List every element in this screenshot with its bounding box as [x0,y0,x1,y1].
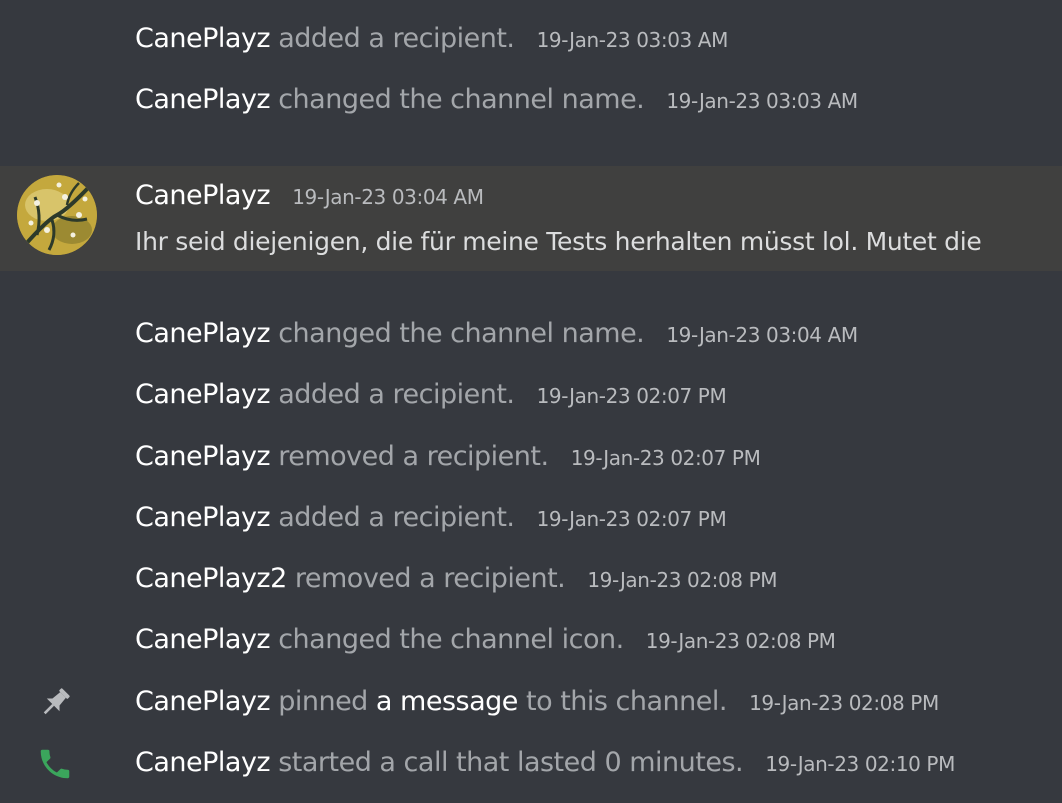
event-action: added a recipient. [278,379,515,410]
username[interactable]: CanePlayz [135,84,271,115]
pin-icon [36,684,76,720]
event-action: changed the channel icon. [278,624,624,655]
system-event: CanePlayz added a recipient. 19-Jan-23 0… [0,498,1062,538]
timestamp: 19-Jan-23 03:04 AM [666,323,858,347]
event-action: added a recipient. [278,502,515,533]
username[interactable]: CanePlayz [135,180,271,211]
event-action: pinned [278,686,368,717]
username[interactable]: CanePlayz [135,747,271,778]
system-event: CanePlayz changed the channel name. 19-J… [0,314,1062,354]
username[interactable]: CanePlayz2 [135,563,287,594]
system-event: CanePlayz added a recipient. 19-Jan-23 0… [0,19,1062,59]
timestamp: 19-Jan-23 02:08 PM [587,568,778,592]
username[interactable]: CanePlayz [135,379,271,410]
pin-event: CanePlayz pinned a message to this chann… [0,682,1062,722]
event-action: removed a recipient. [278,441,549,472]
pinned-message-link[interactable]: a message [376,686,518,717]
timestamp: 19-Jan-23 02:10 PM [765,752,955,776]
timestamp: 19-Jan-23 03:04 AM [292,185,484,209]
event-action: to this channel. [526,686,727,717]
username[interactable]: CanePlayz [135,686,271,717]
event-action: added a recipient. [278,23,515,54]
system-event: CanePlayz added a recipient. 19-Jan-23 0… [0,375,1062,415]
username[interactable]: CanePlayz [135,318,271,349]
event-action: removed a recipient. [294,563,566,594]
message-content: Ihr seid diejenigen, die für meine Tests… [135,227,982,256]
username[interactable]: CanePlayz [135,23,271,54]
system-event: CanePlayz2 removed a recipient. 19-Jan-2… [0,559,1062,599]
call-event: CanePlayz started a call that lasted 0 m… [0,743,1062,783]
event-action: started a call that lasted 0 minutes. [278,747,744,778]
system-event: CanePlayz changed the channel name. 19-J… [0,80,1062,120]
timestamp: 19-Jan-23 03:03 AM [536,28,729,52]
avatar[interactable] [17,175,97,255]
username[interactable]: CanePlayz [135,624,271,655]
phone-icon [36,745,76,781]
chat-message[interactable]: CanePlayz 19-Jan-23 03:04 AM Ihr seid di… [0,166,1062,271]
chat-log: CanePlayz added a recipient. 19-Jan-23 0… [0,0,1062,803]
username[interactable]: CanePlayz [135,441,271,472]
timestamp: 19-Jan-23 02:07 PM [570,446,761,470]
timestamp: 19-Jan-23 03:03 AM [666,89,858,113]
timestamp: 19-Jan-23 02:08 PM [749,691,939,715]
username[interactable]: CanePlayz [135,502,271,533]
event-action: changed the channel name. [278,84,645,115]
timestamp: 19-Jan-23 02:07 PM [536,507,727,531]
timestamp: 19-Jan-23 02:08 PM [645,629,836,653]
event-action: changed the channel name. [278,318,645,349]
system-event: CanePlayz changed the channel icon. 19-J… [0,620,1062,660]
timestamp: 19-Jan-23 02:07 PM [536,384,727,408]
system-event: CanePlayz removed a recipient. 19-Jan-23… [0,437,1062,477]
